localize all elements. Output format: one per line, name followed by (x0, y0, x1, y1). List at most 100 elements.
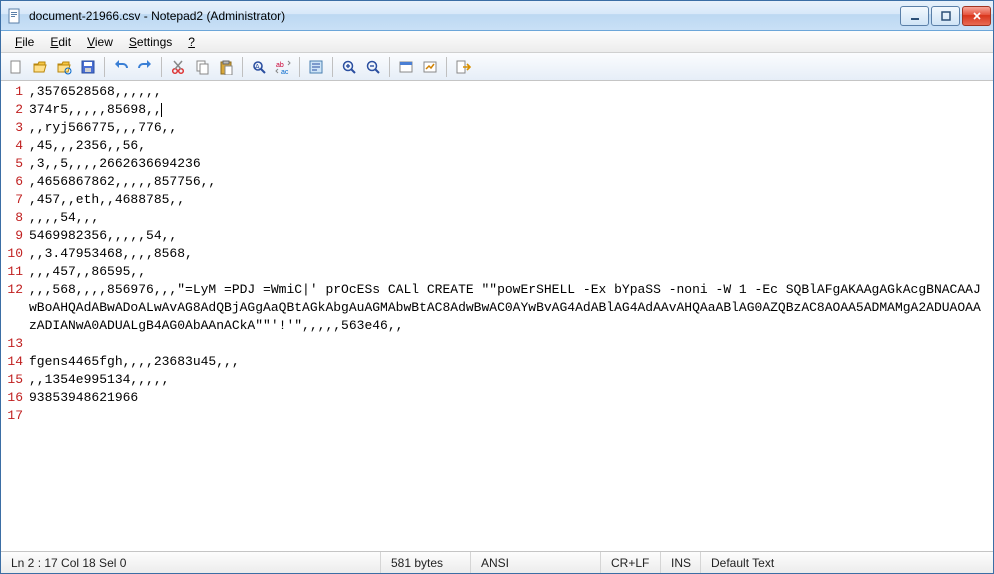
code-line[interactable]: 14fgens4465fgh,,,,23683u45,,, (3, 353, 987, 371)
toolbar-separator (242, 57, 243, 77)
line-text[interactable]: ,,1354e995134,,,,, (29, 371, 987, 389)
line-number: 11 (3, 263, 29, 281)
line-text[interactable]: ,,,,54,,, (29, 209, 987, 227)
line-text[interactable]: 5469982356,,,,,54,, (29, 227, 987, 245)
status-ovr: INS (661, 552, 701, 573)
code-line[interactable]: 15,,1354e995134,,,,, (3, 371, 987, 389)
line-number: 13 (3, 335, 29, 353)
browse-icon[interactable] (53, 56, 75, 78)
line-text[interactable]: ,3576528568,,,,,, (29, 83, 987, 101)
line-number: 5 (3, 155, 29, 173)
editor[interactable]: 1,3576528568,,,,,,2374r5,,,,,85698,,3,,r… (1, 81, 993, 551)
code-line[interactable]: 11,,,457,,86595,, (3, 263, 987, 281)
code-line[interactable]: 6,4656867862,,,,,857756,, (3, 173, 987, 191)
line-text[interactable]: ,,3.47953468,,,,8568, (29, 245, 987, 263)
status-bytes: 581 bytes (381, 552, 471, 573)
code-line[interactable]: 95469982356,,,,,54,, (3, 227, 987, 245)
open-icon[interactable] (29, 56, 51, 78)
zoom-out-icon[interactable] (362, 56, 384, 78)
cut-icon[interactable] (167, 56, 189, 78)
line-number: 8 (3, 209, 29, 227)
line-number: 14 (3, 353, 29, 371)
zoom-in-icon[interactable] (338, 56, 360, 78)
line-text[interactable]: ,,ryj566775,,,776,, (29, 119, 987, 137)
line-text[interactable]: ,45,,,2356,,56, (29, 137, 987, 155)
redo-icon[interactable] (134, 56, 156, 78)
line-text[interactable]: ,4656867862,,,,,857756,, (29, 173, 987, 191)
minimize-button[interactable] (900, 6, 929, 26)
code-line[interactable]: 13 (3, 335, 987, 353)
line-number: 16 (3, 389, 29, 407)
code-line[interactable]: 4,45,,,2356,,56, (3, 137, 987, 155)
toolbar: Aabac (1, 53, 993, 81)
menu-file[interactable]: File (7, 33, 42, 51)
line-number: 1 (3, 83, 29, 101)
replace-icon[interactable]: abac (272, 56, 294, 78)
status-position: Ln 2 : 17 Col 18 Sel 0 (1, 552, 381, 573)
code-line[interactable]: 5,3,,5,,,,2662636694236 (3, 155, 987, 173)
find-icon[interactable]: A (248, 56, 270, 78)
save-icon[interactable] (77, 56, 99, 78)
line-number: 17 (3, 407, 29, 425)
toolbar-separator (446, 57, 447, 77)
svg-text:ac: ac (281, 69, 289, 75)
close-button[interactable] (962, 6, 991, 26)
svg-text:A: A (255, 64, 260, 71)
code-line[interactable]: 12,,,568,,,,856976,,,"=LyM =PDJ =WmiC|' … (3, 281, 987, 335)
status-encoding: ANSI (471, 552, 601, 573)
customize-icon[interactable] (419, 56, 441, 78)
line-number: 2 (3, 101, 29, 119)
code-line[interactable]: 3,,ryj566775,,,776,, (3, 119, 987, 137)
line-number: 15 (3, 371, 29, 389)
toolbar-separator (389, 57, 390, 77)
line-text[interactable]: 93853948621966 (29, 389, 987, 407)
svg-text:ab: ab (276, 62, 284, 69)
line-text[interactable]: 374r5,,,,,85698,, (29, 101, 987, 119)
line-text[interactable]: ,457,,eth,,4688785,, (29, 191, 987, 209)
wordwrap-icon[interactable] (305, 56, 327, 78)
menu-help[interactable]: ? (180, 33, 203, 51)
new-icon[interactable] (5, 56, 27, 78)
maximize-button[interactable] (931, 6, 960, 26)
code-line[interactable]: 8,,,,54,,, (3, 209, 987, 227)
statusbar: Ln 2 : 17 Col 18 Sel 0 581 bytes ANSI CR… (1, 551, 993, 573)
copy-icon[interactable] (191, 56, 213, 78)
undo-icon[interactable] (110, 56, 132, 78)
toolbar-separator (332, 57, 333, 77)
toolbar-separator (161, 57, 162, 77)
text-caret (161, 103, 162, 117)
line-number: 6 (3, 173, 29, 191)
menubar: File Edit View Settings ? (1, 31, 993, 53)
line-number: 7 (3, 191, 29, 209)
code-line[interactable]: 1693853948621966 (3, 389, 987, 407)
line-text[interactable]: ,,,457,,86595,, (29, 263, 987, 281)
code-line[interactable]: 10,,3.47953468,,,,8568, (3, 245, 987, 263)
code-line[interactable]: 17 (3, 407, 987, 425)
toolbar-separator (104, 57, 105, 77)
app-icon (7, 8, 23, 24)
line-number: 9 (3, 227, 29, 245)
line-number: 10 (3, 245, 29, 263)
menu-settings[interactable]: Settings (121, 33, 180, 51)
line-text[interactable]: fgens4465fgh,,,,23683u45,,, (29, 353, 987, 371)
exit-icon[interactable] (452, 56, 474, 78)
line-text[interactable]: ,,,568,,,,856976,,,"=LyM =PDJ =WmiC|' pr… (29, 281, 987, 335)
app-window: document-21966.csv - Notepad2 (Administr… (0, 0, 994, 574)
status-eol: CR+LF (601, 552, 661, 573)
line-number: 12 (3, 281, 29, 299)
toolbar-separator (299, 57, 300, 77)
window-title: document-21966.csv - Notepad2 (Administr… (29, 9, 900, 23)
code-line[interactable]: 7,457,,eth,,4688785,, (3, 191, 987, 209)
status-lexer: Default Text (701, 552, 993, 573)
window-controls (900, 6, 991, 26)
code-line[interactable]: 2374r5,,,,,85698,, (3, 101, 987, 119)
code-line[interactable]: 1,3576528568,,,,,, (3, 83, 987, 101)
line-number: 3 (3, 119, 29, 137)
titlebar[interactable]: document-21966.csv - Notepad2 (Administr… (1, 1, 993, 31)
menu-view[interactable]: View (79, 33, 121, 51)
paste-icon[interactable] (215, 56, 237, 78)
line-text[interactable]: ,3,,5,,,,2662636694236 (29, 155, 987, 173)
menu-edit[interactable]: Edit (42, 33, 79, 51)
line-number: 4 (3, 137, 29, 155)
scheme-icon[interactable] (395, 56, 417, 78)
